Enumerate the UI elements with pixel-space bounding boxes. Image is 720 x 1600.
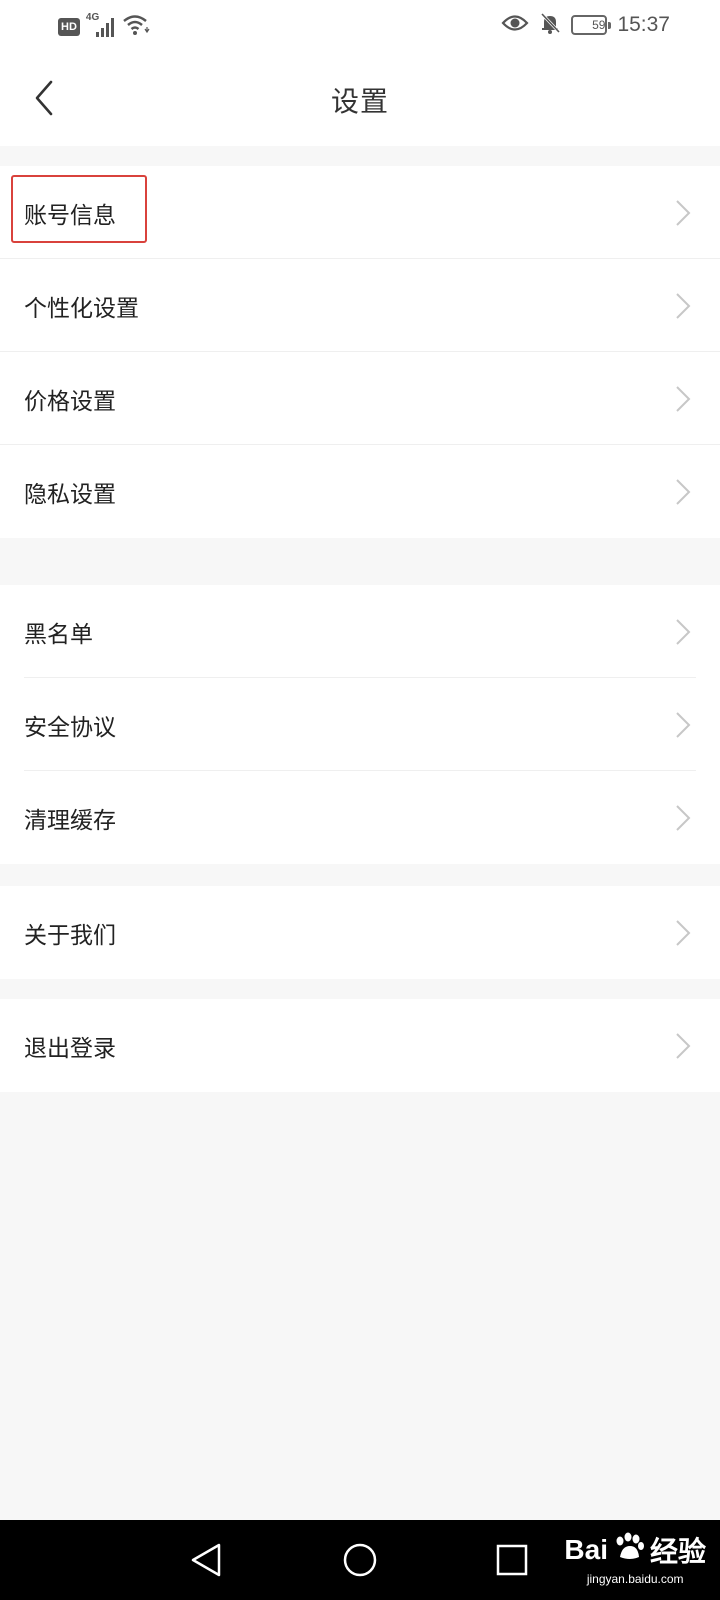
setting-label: 个性化设置 <box>24 295 139 322</box>
nav-home-button[interactable] <box>338 1538 382 1582</box>
setting-label: 价格设置 <box>24 388 116 415</box>
hd-badge: HD <box>58 18 80 36</box>
setting-row-privacy[interactable]: 隐私设置 <box>0 445 720 538</box>
battery-icon: 59 <box>571 15 612 35</box>
chevron-right-icon <box>676 919 691 946</box>
setting-row-about-us[interactable]: 关于我们 <box>0 886 720 979</box>
status-time: 15:37 <box>617 13 670 36</box>
setting-row-account-info[interactable]: 账号信息 <box>0 166 720 259</box>
watermark-url: jingyan.baidu.com <box>586 1572 684 1586</box>
chevron-right-icon <box>676 804 691 831</box>
settings-group-logout: 退出登录 <box>0 999 720 1092</box>
baidu-jingyan-watermark: Bai 经验 jingyan.baidu.com <box>564 1530 706 1586</box>
nav-back-icon <box>191 1543 221 1577</box>
chevron-right-icon <box>676 478 691 505</box>
system-nav-bar: Bai 经验 jingyan.baidu.com <box>0 1520 720 1600</box>
chevron-right-icon <box>676 1032 691 1059</box>
status-left: HD 4G <box>58 12 150 40</box>
status-bar: HD 4G 59 15:37 <box>0 0 720 52</box>
status-right: 59 15:37 <box>501 12 670 38</box>
setting-row-personalization[interactable]: 个性化设置 <box>0 259 720 352</box>
setting-row-blacklist[interactable]: 黑名单 <box>0 585 720 678</box>
chevron-right-icon <box>676 385 691 412</box>
nav-home-icon <box>343 1543 377 1577</box>
eye-icon <box>501 13 529 37</box>
settings-group-account: 账号信息 个性化设置 价格设置 隐私设置 <box>0 166 720 538</box>
setting-label: 退出登录 <box>24 1035 116 1062</box>
setting-label: 关于我们 <box>24 922 116 949</box>
battery-level: 59 <box>592 18 606 32</box>
nav-back-button[interactable] <box>184 1538 228 1582</box>
watermark-brand-suffix: 经验 <box>649 1536 706 1567</box>
setting-row-logout[interactable]: 退出登录 <box>0 999 720 1092</box>
wifi-icon <box>122 14 150 40</box>
nav-recents-button[interactable] <box>490 1538 534 1582</box>
setting-label: 黑名单 <box>24 621 93 648</box>
settings-group-general: 黑名单 安全协议 清理缓存 <box>0 585 720 864</box>
setting-row-clear-cache[interactable]: 清理缓存 <box>0 771 720 864</box>
setting-label: 隐私设置 <box>24 481 116 508</box>
paw-icon <box>612 1532 646 1569</box>
signal-icon: 4G <box>86 12 116 38</box>
setting-label: 安全协议 <box>24 714 116 741</box>
nav-recents-icon <box>496 1544 528 1576</box>
watermark-brand-prefix: Bai <box>564 1534 608 1565</box>
setting-row-price[interactable]: 价格设置 <box>0 352 720 445</box>
page-title: 设置 <box>330 85 389 118</box>
setting-row-security-agreement[interactable]: 安全协议 <box>0 678 720 771</box>
app-header: 设置 <box>0 52 720 146</box>
bell-off-icon <box>539 12 561 38</box>
chevron-right-icon <box>676 199 691 226</box>
chevron-right-icon <box>676 618 691 645</box>
setting-label: 清理缓存 <box>24 807 116 834</box>
chevron-right-icon <box>676 711 691 738</box>
chevron-right-icon <box>676 292 691 319</box>
settings-group-about: 关于我们 <box>0 886 720 979</box>
setting-label: 账号信息 <box>24 202 116 229</box>
